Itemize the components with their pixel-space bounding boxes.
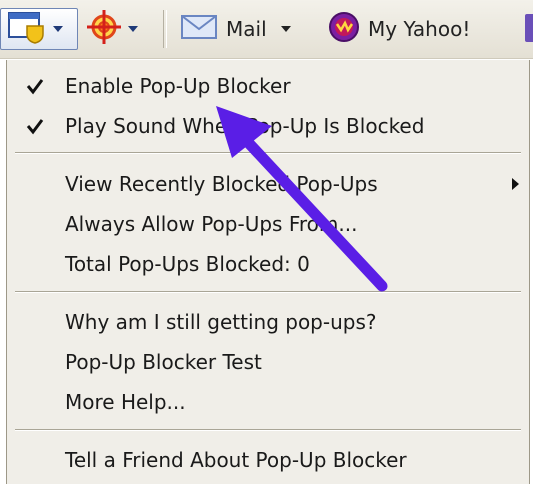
menu-item-label: View Recently Blocked Pop-Ups xyxy=(65,172,378,196)
menu-item-tell-a-friend[interactable]: Tell a Friend About Pop-Up Blocker xyxy=(7,442,529,478)
my-yahoo-label: My Yahoo! xyxy=(368,17,471,41)
submenu-arrow-icon xyxy=(512,178,519,190)
menu-item-label: Tell a Friend About Pop-Up Blocker xyxy=(65,448,407,472)
menu-item-label: More Help... xyxy=(65,390,186,414)
menu-item-view-recently-blocked[interactable]: View Recently Blocked Pop-Ups xyxy=(7,166,529,202)
menu-item-label: Always Allow Pop-Ups From... xyxy=(65,212,358,236)
menu-item-label: Total Pop-Ups Blocked: 0 xyxy=(65,252,310,276)
mail-label: Mail xyxy=(226,17,267,41)
menu-item-label: Why am I still getting pop-ups? xyxy=(65,310,377,334)
menu-separator xyxy=(15,429,521,431)
mail-envelope-icon xyxy=(180,13,218,45)
popup-blocker-dropdown-icon[interactable] xyxy=(53,26,63,32)
checkmark-icon xyxy=(25,76,45,96)
crosshair-target-icon xyxy=(86,9,122,49)
menu-item-label: Play Sound When Pop-Up Is Blocked xyxy=(65,114,425,138)
menu-item-label: Enable Pop-Up Blocker xyxy=(65,74,291,98)
menu-item-enable-popup-blocker[interactable]: Enable Pop-Up Blocker xyxy=(7,68,529,104)
menu-item-play-sound[interactable]: Play Sound When Pop-Up Is Blocked xyxy=(7,108,529,144)
menu-item-why-popups[interactable]: Why am I still getting pop-ups? xyxy=(7,304,529,340)
menu-item-popup-blocker-test[interactable]: Pop-Up Blocker Test xyxy=(7,344,529,380)
menu-item-total-blocked[interactable]: Total Pop-Ups Blocked: 0 xyxy=(7,246,529,282)
target-dropdown-icon[interactable] xyxy=(128,26,138,32)
target-button[interactable] xyxy=(82,8,144,50)
popup-blocker-button[interactable] xyxy=(0,8,78,50)
mail-dropdown-icon[interactable] xyxy=(280,26,291,32)
checkmark-icon xyxy=(25,116,45,136)
toolbar-separator xyxy=(163,10,167,48)
menu-separator xyxy=(15,291,521,293)
menu-item-always-allow[interactable]: Always Allow Pop-Ups From... xyxy=(7,206,529,242)
screenshot-root: Mail My Yahoo! Enable Pop-Up Blocker Pla… xyxy=(0,0,533,484)
menu-item-more-help[interactable]: More Help... xyxy=(7,384,529,420)
menu-item-label: Pop-Up Blocker Test xyxy=(65,350,262,374)
my-yahoo-icon xyxy=(328,11,360,47)
my-yahoo-button[interactable]: My Yahoo! xyxy=(328,8,518,50)
popup-blocker-menu: Enable Pop-Up Blocker Play Sound When Po… xyxy=(6,60,530,484)
toolbar-cutoff-icon[interactable] xyxy=(525,14,533,42)
yahoo-toolbar: Mail My Yahoo! xyxy=(0,0,533,59)
popup-blocker-icon xyxy=(7,10,47,48)
menu-separator xyxy=(15,152,521,154)
mail-button[interactable]: Mail xyxy=(180,8,320,50)
